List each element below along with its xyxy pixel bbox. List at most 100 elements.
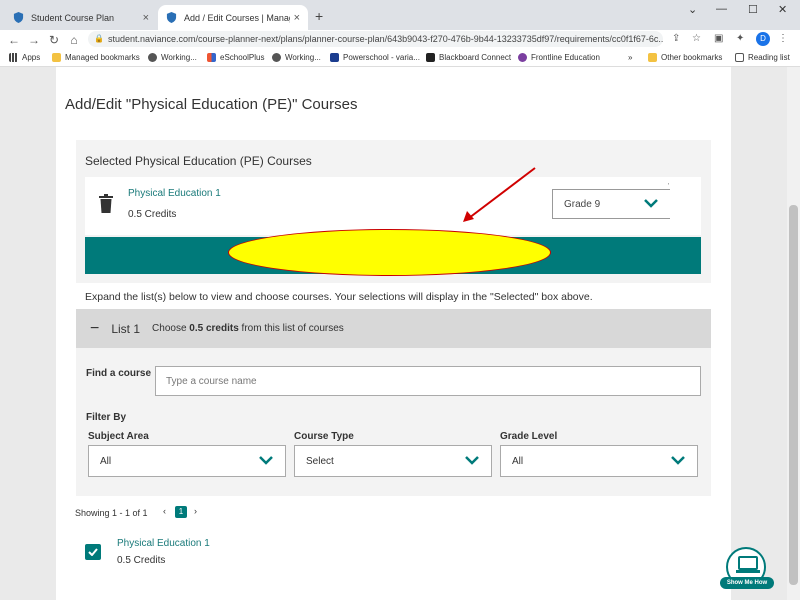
list-description: Choose 0.5 credits from this list of cou… (152, 323, 344, 334)
prev-page-button[interactable]: ‹ (163, 506, 166, 516)
bookmark-label: Frontline Education (531, 53, 600, 62)
home-icon[interactable]: ⌂ (64, 33, 84, 47)
tab-add-edit-courses[interactable]: Add / Edit Courses | Manage Co × (158, 5, 308, 30)
tab-label: Student Course Plan (31, 12, 115, 23)
browser-tab-bar: Student Course Plan × Add / Edit Courses… (0, 0, 800, 30)
close-tab-icon[interactable]: × (143, 12, 149, 24)
address-bar[interactable]: 🔒 student.naviance.com/course-planner-ne… (88, 31, 663, 47)
kebab-menu-icon[interactable]: ⋮ (778, 33, 788, 44)
powerschool-icon (330, 53, 339, 62)
forward-arrow-icon[interactable]: → (24, 33, 44, 47)
selected-course-link[interactable]: Physical Education 1 (128, 188, 221, 199)
reading-list-icon (735, 53, 744, 62)
course-type-label: Course Type (294, 431, 354, 442)
course-type-select[interactable]: Select (294, 445, 492, 477)
show-me-how-label[interactable]: Show Me How (720, 577, 774, 589)
grade-level-value: All (512, 456, 524, 467)
scrollbar-thumb[interactable] (789, 205, 798, 585)
url-text: student.naviance.com/course-planner-next… (108, 34, 663, 44)
folder-icon (648, 53, 657, 62)
bookmark-eschoolplus[interactable]: eSchoolPlus (207, 53, 264, 62)
result-course-credits: 0.5 Credits (117, 555, 166, 566)
checkmark-icon (88, 548, 98, 556)
puzzle-icon[interactable]: ✦ (736, 33, 744, 44)
close-window-icon[interactable]: ✕ (778, 3, 787, 16)
bookmark-label: Working... (161, 53, 197, 62)
subject-area-label: Subject Area (88, 431, 149, 442)
result-course-link[interactable]: Physical Education 1 (117, 538, 210, 549)
apps-grid-icon (9, 53, 18, 62)
bookmark-powerschool[interactable]: Powerschool - varia... (330, 53, 420, 62)
subject-area-select[interactable]: All (88, 445, 286, 477)
star-icon[interactable]: ☆ (692, 33, 701, 44)
find-course-input[interactable] (155, 366, 701, 396)
reload-icon[interactable]: ↻ (44, 33, 64, 47)
bookmark-label: Managed bookmarks (65, 53, 140, 62)
current-page-button[interactable]: 1 (175, 506, 187, 518)
list-desc-suffix: from this list of courses (241, 323, 344, 334)
bookmark-frontline[interactable]: Frontline Education (518, 53, 600, 62)
filter-by-heading: Filter By (86, 412, 127, 423)
bookmark-label: Other bookmarks (661, 53, 723, 62)
naviance-shield-icon (166, 12, 177, 23)
yellow-highlight-annotation (228, 229, 551, 276)
next-page-button[interactable]: › (194, 506, 197, 516)
grade-level-label: Grade Level (500, 431, 558, 442)
maximize-icon[interactable]: ☐ (748, 3, 758, 16)
page-title: Add/Edit "Physical Education (PE)" Cours… (65, 96, 358, 113)
globe-icon (148, 53, 157, 62)
chevron-down-icon (671, 456, 685, 465)
bookmark-managed[interactable]: Managed bookmarks (52, 53, 140, 62)
bookmark-label: Powerschool - varia... (343, 53, 420, 62)
grade-select[interactable]: Grade 9 (552, 189, 670, 219)
bookmark-blackboard[interactable]: Blackboard Connect (426, 53, 511, 62)
trash-icon[interactable] (98, 194, 114, 214)
bookmarks-overflow-button[interactable]: » (628, 53, 632, 62)
red-arrow-annotation (463, 167, 536, 222)
folder-icon (52, 53, 61, 62)
grade-select-value: Grade 9 (564, 199, 601, 210)
tab-label: Add / Edit Courses | Manage Co (184, 12, 290, 23)
list-desc-prefix: Choose (152, 323, 187, 334)
course-checkbox[interactable] (85, 544, 101, 560)
profile-avatar[interactable]: D (756, 32, 770, 46)
back-arrow-icon[interactable]: ← (4, 33, 24, 47)
eschool-icon (207, 53, 216, 62)
bookmark-label: Working... (285, 53, 321, 62)
bookmark-working-1[interactable]: Working... (148, 53, 197, 62)
chevron-down-icon[interactable]: ⌄ (688, 3, 697, 16)
selected-courses-heading: Selected Physical Education (PE) Courses (85, 154, 312, 168)
course-type-value: Select (306, 456, 334, 467)
share-icon[interactable]: ⇪ (672, 33, 680, 44)
browser-toolbar: ← → ↻ ⌂ 🔒 student.naviance.com/course-pl… (0, 30, 800, 49)
blackboard-icon (426, 53, 435, 62)
showing-count: Showing 1 - 1 of 1 (75, 508, 148, 518)
bookmark-label: Reading list (748, 53, 790, 62)
list-desc-credits: 0.5 credits (189, 323, 239, 334)
subject-area-value: All (100, 456, 112, 467)
list-1-header[interactable]: − List 1 Choose 0.5 credits from this li… (76, 309, 711, 348)
bookmark-apps[interactable]: Apps (9, 53, 40, 62)
lock-icon: 🔒 (94, 34, 104, 43)
bookmark-label: Blackboard Connect (439, 53, 512, 62)
bookmark-working-2[interactable]: Working... (272, 53, 321, 62)
instructions-text: Expand the list(s) below to view and cho… (85, 291, 593, 303)
bookmark-label: eSchoolPlus (220, 53, 265, 62)
bookmark-other[interactable]: Other bookmarks (648, 53, 722, 62)
selected-course-credits: 0.5 Credits (128, 209, 177, 220)
close-tab-icon[interactable]: × (294, 12, 300, 24)
tab-student-course-plan[interactable]: Student Course Plan × (5, 5, 157, 30)
grade-level-select[interactable]: All (500, 445, 698, 477)
bookmarks-bar: Apps Managed bookmarks Working... eSchoo… (0, 49, 800, 67)
tick-mark: ' (668, 183, 670, 190)
bookmark-label: Apps (22, 53, 41, 62)
extension-icon[interactable]: ▣ (714, 33, 723, 44)
minimize-icon[interactable]: — (716, 3, 727, 15)
frontline-icon (518, 53, 527, 62)
overflow-label: » (628, 53, 633, 62)
bookmark-reading-list[interactable]: Reading list (735, 53, 790, 62)
collapse-icon[interactable]: − (90, 320, 99, 338)
plus-icon[interactable]: + (315, 8, 323, 24)
chevron-down-icon (644, 199, 658, 208)
chevron-down-icon (465, 456, 479, 465)
